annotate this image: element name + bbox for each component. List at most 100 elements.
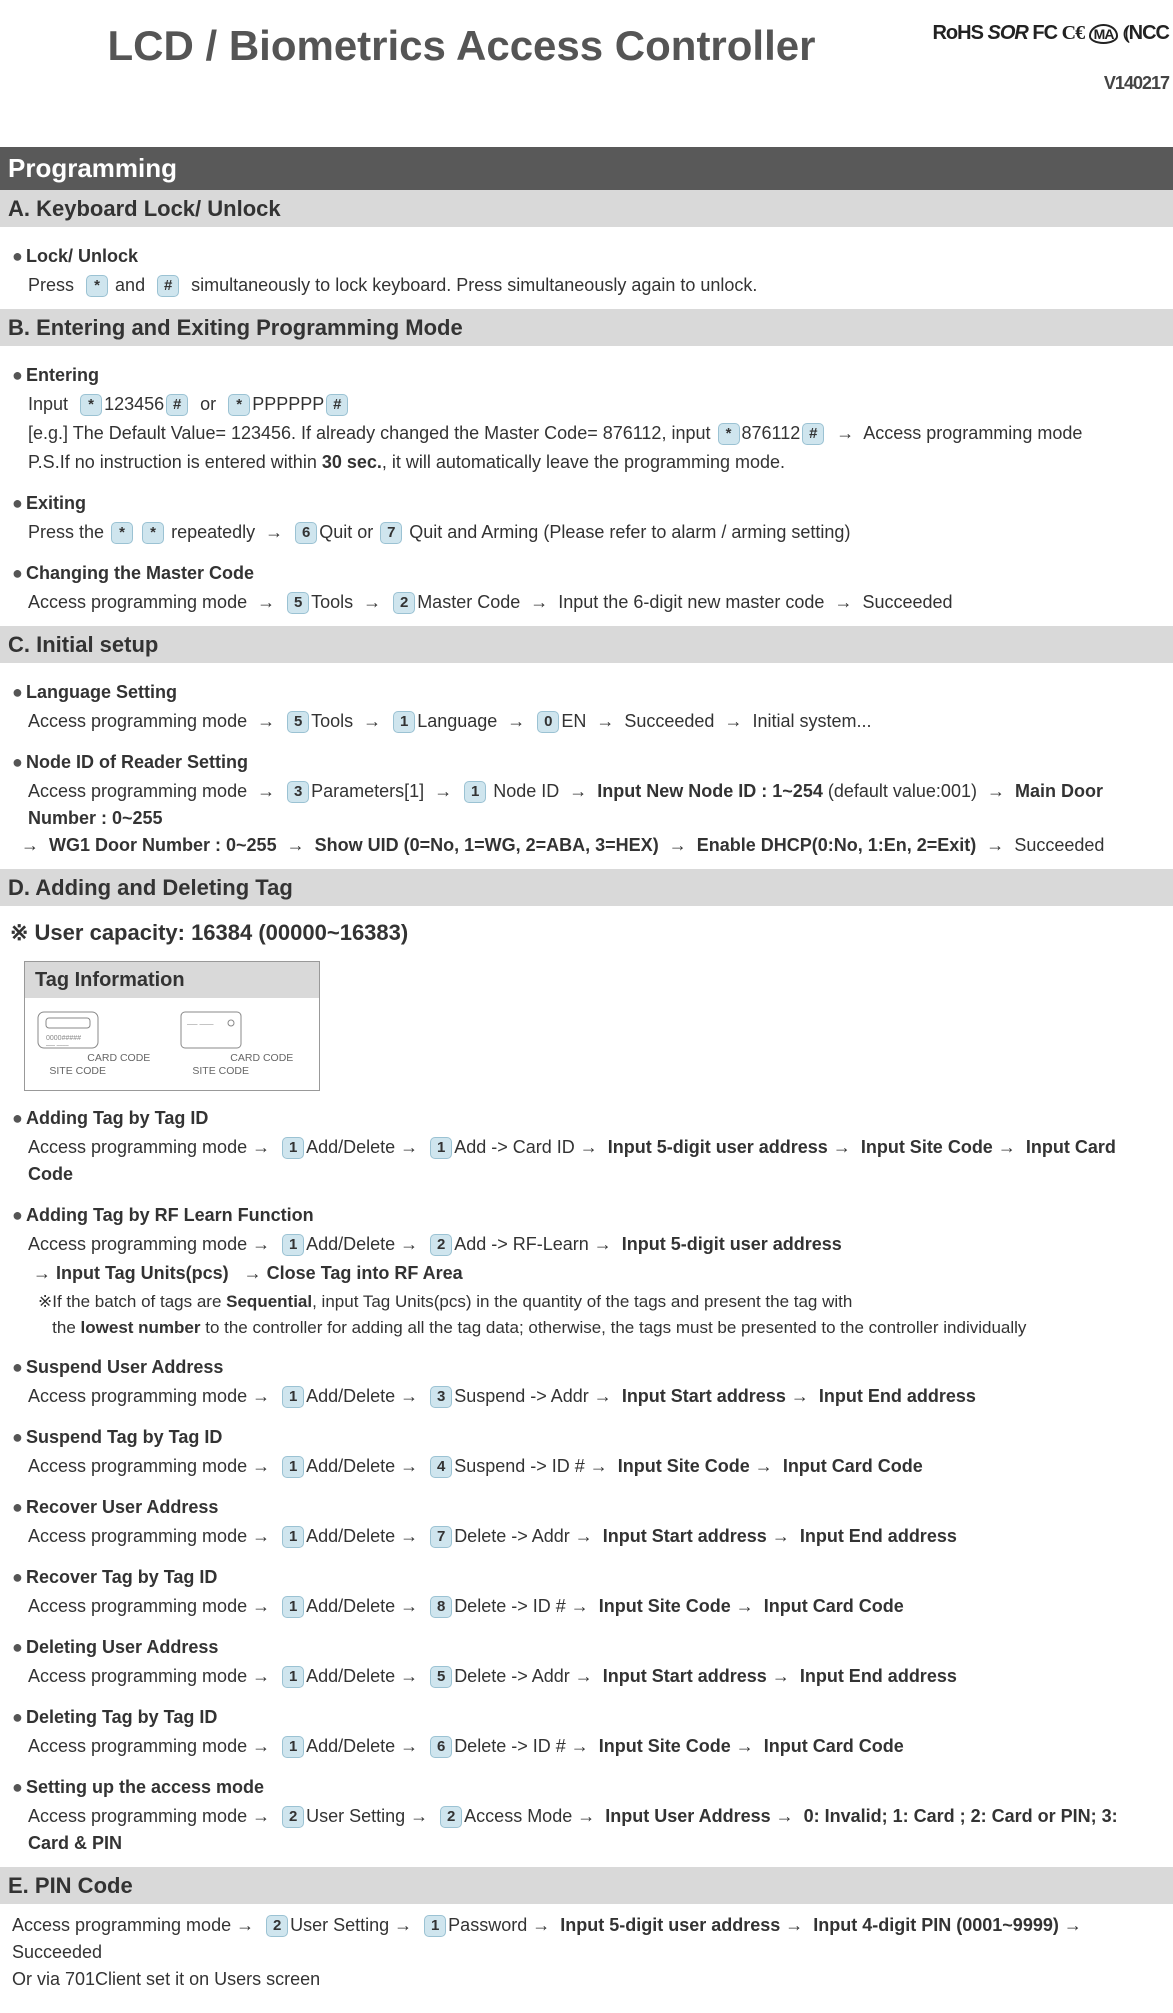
key-2: 2 — [430, 1234, 452, 1256]
b-entering: Entering — [26, 362, 99, 389]
bullet-icon: ● — [12, 243, 26, 270]
key-star: * — [111, 522, 133, 544]
section-e: E. PIN Code — [0, 1867, 1173, 1904]
d-recover-id: Recover Tag by Tag ID — [26, 1564, 217, 1591]
a-lock-title: Lock/ Unlock — [26, 243, 138, 270]
key-5: 5 — [287, 711, 309, 733]
b-entering-eg: [e.g.] The Default Value= 123456. If alr… — [28, 420, 1161, 447]
b-changing: Changing the Master Code — [26, 560, 254, 587]
key-0: 0 — [537, 711, 559, 733]
e-line: Access programming mode→ 2User Setting→ … — [12, 1912, 1161, 1966]
key-7: 7 — [380, 522, 402, 544]
bullet-icon: ● — [12, 1202, 26, 1229]
key-5: 5 — [287, 592, 309, 614]
arrow-icon: → — [569, 781, 587, 801]
arrow-icon: → — [530, 592, 548, 612]
key-1: 1 — [282, 1234, 304, 1256]
tag-info-box: Tag Information 0000##### ⎯⎯⎯ ⎯⎯⎯⎯ CARD … — [24, 961, 320, 1091]
key-5: 5 — [430, 1666, 452, 1688]
arrow-icon: → — [596, 711, 614, 731]
card-icon: ⎯⎯⎯ ⎯⎯⎯⎯ — [179, 1010, 249, 1050]
key-1: 1 — [430, 1137, 452, 1159]
d-access-mode-line: Access programming mode→ 2User Setting→ … — [28, 1803, 1161, 1857]
d-add-by-rf: Adding Tag by RF Learn Function — [26, 1202, 314, 1229]
key-1: 1 — [424, 1915, 446, 1937]
svg-text:⎯⎯⎯ ⎯⎯⎯⎯: ⎯⎯⎯ ⎯⎯⎯⎯ — [187, 1021, 214, 1028]
bullet-icon: ● — [12, 1564, 26, 1591]
key-8: 8 — [430, 1596, 452, 1618]
b-changing-line: Access programming mode → 5Tools → 2Mast… — [28, 589, 1161, 616]
arrow-icon: → — [669, 835, 687, 855]
key-1: 1 — [464, 781, 486, 803]
bullet-icon: ● — [12, 490, 26, 517]
bullet-icon: ● — [12, 560, 26, 587]
key-2: 2 — [266, 1915, 288, 1937]
d-access-mode: Setting up the access mode — [26, 1774, 264, 1801]
b-exiting-line: Press the * * repeatedly → 6Quit or 7 Qu… — [28, 519, 1161, 546]
a-lock-line: Press * and # simultaneously to lock key… — [28, 272, 1161, 299]
c-node: Node ID of Reader Setting — [26, 749, 248, 776]
section-programming: Programming — [0, 147, 1173, 190]
key-star: * — [86, 275, 108, 297]
key-3: 3 — [430, 1386, 452, 1408]
d-suspend-id: Suspend Tag by Tag ID — [26, 1424, 222, 1451]
svg-text:⎯⎯⎯ ⎯⎯⎯⎯: ⎯⎯⎯ ⎯⎯⎯⎯ — [46, 1043, 69, 1049]
key-1: 1 — [282, 1526, 304, 1548]
d-suspend-addr: Suspend User Address — [26, 1354, 223, 1381]
cert-logos: RoHS SOR FC C€ MA ⦅NCC V140217 — [919, 14, 1169, 97]
bullet-icon: ● — [12, 1424, 26, 1451]
arrow-icon: → — [363, 711, 381, 731]
key-hash: # — [326, 394, 348, 416]
tag-card-left: 0000##### ⎯⎯⎯ ⎯⎯⎯⎯ CARD CODE SITE CODE — [32, 1010, 169, 1077]
bullet-icon: ● — [12, 1105, 26, 1132]
arrow-icon: → — [986, 835, 1004, 855]
key-4: 4 — [430, 1456, 452, 1478]
bullet-icon: ● — [12, 679, 26, 706]
bullet-icon: ● — [12, 1354, 26, 1381]
arrow-icon: → — [287, 835, 305, 855]
bullet-icon: ● — [12, 1634, 26, 1661]
key-2: 2 — [440, 1806, 462, 1828]
user-capacity: ※ User capacity: 16384 (00000~16383) — [10, 916, 1173, 949]
bullet-icon: ● — [12, 1704, 26, 1731]
arrow-icon: → — [987, 781, 1005, 801]
arrow-icon: → — [363, 592, 381, 612]
arrow-icon: → — [507, 711, 525, 731]
section-d: D. Adding and Deleting Tag — [0, 869, 1173, 906]
key-1: 1 — [282, 1596, 304, 1618]
d-add-by-id-line: Access programming mode→ 1Add/Delete→ 1A… — [28, 1134, 1161, 1188]
tag-card-right: ⎯⎯⎯ ⎯⎯⎯⎯ CARD CODE SITE CODE — [175, 1010, 312, 1077]
card-icon: 0000##### ⎯⎯⎯ ⎯⎯⎯⎯ — [36, 1010, 106, 1050]
svg-text:0000#####: 0000##### — [46, 1035, 81, 1042]
key-2: 2 — [282, 1806, 304, 1828]
c-lang: Language Setting — [26, 679, 177, 706]
arrow-icon: → — [836, 423, 854, 443]
key-1: 1 — [282, 1736, 304, 1758]
c-lang-line: Access programming mode → 5Tools → 1Lang… — [28, 708, 1161, 735]
key-1: 1 — [282, 1137, 304, 1159]
b-exiting: Exiting — [26, 490, 86, 517]
arrow-icon: → — [724, 711, 742, 731]
page-title: LCD / Biometrics Access Controller — [4, 14, 919, 77]
key-1: 1 — [282, 1666, 304, 1688]
section-b: B. Entering and Exiting Programming Mode — [0, 309, 1173, 346]
section-c: C. Initial setup — [0, 626, 1173, 663]
key-hash: # — [157, 275, 179, 297]
d-deleting-id-line: Access programming mode→ 1Add/Delete→ 6D… — [28, 1733, 1161, 1760]
tag-info-title: Tag Information — [25, 962, 319, 998]
arrow-icon: → — [21, 835, 39, 855]
key-6: 6 — [295, 522, 317, 544]
d-add-by-rf-line: Access programming mode→ 1Add/Delete→ 2A… — [28, 1231, 1161, 1258]
d-deleting-addr: Deleting User Address — [26, 1634, 218, 1661]
arrow-icon: → — [434, 781, 452, 801]
version-label: V140217 — [919, 70, 1169, 97]
d-deleting-id: Deleting Tag by Tag ID — [26, 1704, 217, 1731]
key-star: * — [228, 394, 250, 416]
b-entering-line1: Input *123456# or *PPPPPP# — [28, 391, 1161, 418]
d-rf-note: ※If the batch of tags are Sequential, in… — [38, 1289, 1161, 1340]
d-add-by-id: Adding Tag by Tag ID — [26, 1105, 208, 1132]
arrow-icon: → — [265, 522, 283, 542]
key-hash: # — [802, 423, 824, 445]
arrow-icon: → — [257, 781, 275, 801]
bullet-icon: ● — [12, 1494, 26, 1521]
